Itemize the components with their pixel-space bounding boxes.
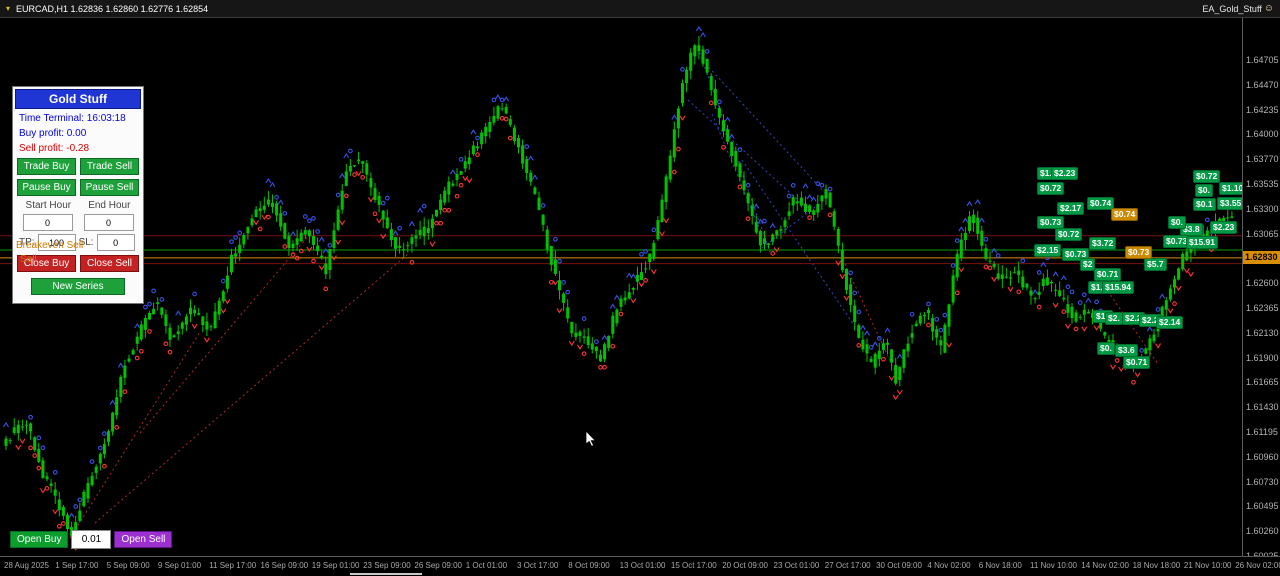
breakeven-sell-label: Breakeven Sell xyxy=(16,240,84,251)
trade-markers xyxy=(3,25,1231,551)
time-axis-label: 21 Nov 10:00 xyxy=(1183,561,1232,570)
current-price-tag: 1.62830 xyxy=(1243,251,1280,265)
time-axis-label: 9 Sep 01:00 xyxy=(157,561,202,570)
end-hour-input[interactable] xyxy=(83,214,134,231)
lot-size-input[interactable] xyxy=(71,530,112,549)
price-axis-label: 1.64470 xyxy=(1246,79,1279,90)
time-axis-label: 23 Sep 09:00 xyxy=(363,561,411,570)
price-axis-label: 1.60730 xyxy=(1246,476,1279,487)
new-series-button[interactable]: New Series xyxy=(31,278,125,295)
time-axis-label: 6 Nov 18:00 xyxy=(978,561,1022,570)
time-axis-label: 18 Nov 18:00 xyxy=(1132,561,1181,570)
time-axis-label: 1 Sep 17:00 xyxy=(55,561,99,570)
ea-active-icon[interactable]: ☺ xyxy=(1264,3,1274,14)
time-axis-label: 4 Nov 02:00 xyxy=(927,561,971,570)
time-axis-label: 3 Oct 17:00 xyxy=(517,561,559,570)
start-hour-label: Start Hour xyxy=(25,200,72,211)
time-axis-label: 27 Oct 17:00 xyxy=(824,561,871,570)
chart-titlebar: ▾ EURCAD,H1 1.62836 1.62860 1.62776 1.62… xyxy=(0,0,1280,18)
sell-profit-label: Sell profit: -0.28 xyxy=(19,143,90,154)
gold-stuff-panel: Gold Stuff Time Terminal: 16:03:18 Buy p… xyxy=(12,86,144,304)
price-axis-label: 1.63065 xyxy=(1246,228,1279,239)
time-axis-label: 26 Nov 02:00 xyxy=(1235,561,1280,570)
order-bar: Open Buy Open Sell xyxy=(10,530,173,549)
time-axis[interactable]: 28 Aug 2025 1 Sep 17:00 5 Sep 09:00 9 Sep 0… xyxy=(0,556,1280,576)
candles xyxy=(4,36,1234,543)
sl-input[interactable] xyxy=(96,234,135,251)
price-axis-label: 1.62600 xyxy=(1246,278,1279,289)
time-axis-label: 20 Oct 09:00 xyxy=(722,561,768,570)
mt4-chart-window: { "titlebar": { "symbol_info": "EURCAD,H… xyxy=(0,0,1280,576)
price-axis-label: 1.60495 xyxy=(1246,501,1279,512)
price-axis-label: 1.62130 xyxy=(1246,327,1279,338)
candlestick-chart xyxy=(0,25,1242,551)
time-axis-label: 14 Nov 02:00 xyxy=(1081,561,1129,570)
open-sell-button[interactable]: Open Sell xyxy=(114,531,173,548)
time-axis-label: 16 Sep 09:00 xyxy=(260,561,309,570)
time-axis-label: 26 Sep 09:00 xyxy=(414,561,462,570)
breakeven-sell-label-2: Sell xyxy=(20,254,37,265)
price-axis-label: 1.63770 xyxy=(1246,154,1279,165)
time-axis-label: 11 Nov 10:00 xyxy=(1030,561,1077,570)
time-axis-label: 8 Oct 09:00 xyxy=(568,561,610,570)
time-axis-label: 23 Oct 01:00 xyxy=(773,561,820,570)
time-axis-label: 13 Oct 01:00 xyxy=(619,561,666,570)
chart-area[interactable]: $1. $2.23 $0.72 $2.17 $0.74 $0.73 $0.72 $3.72 $2… xyxy=(0,18,1242,556)
buy-profit-label: Buy profit: 0.00 xyxy=(19,128,87,139)
panel-title[interactable]: Gold Stuff xyxy=(15,89,141,109)
time-axis-label: 1 Oct 01:00 xyxy=(465,561,508,570)
time-terminal-label: Time Terminal: 16:03:18 xyxy=(19,113,126,124)
trade-buy-button[interactable]: Trade Buy xyxy=(17,158,76,175)
price-axis-label: 1.63535 xyxy=(1246,179,1279,189)
price-axis-label: 1.60960 xyxy=(1246,451,1279,462)
price-axis-label: 1.61195 xyxy=(1246,427,1278,437)
time-axis-label: 30 Oct 09:00 xyxy=(876,561,922,570)
price-axis-label: 1.62365 xyxy=(1246,303,1279,313)
price-axis-label: 1.61900 xyxy=(1246,352,1279,363)
close-sell-button[interactable]: Close Sell xyxy=(80,255,139,272)
end-hour-label: End Hour xyxy=(88,200,131,211)
trade-sell-button[interactable]: Trade Sell xyxy=(80,158,139,175)
time-axis-label: 19 Sep 01:00 xyxy=(311,561,360,570)
ea-name-label: EA_Gold_Stuff ☺ xyxy=(1202,3,1274,14)
open-buy-button[interactable]: Open Buy xyxy=(10,531,69,548)
trade-connection-line xyxy=(701,59,829,197)
pause-sell-button[interactable]: Pause Sell xyxy=(80,179,139,196)
scrollbar-thumb[interactable] xyxy=(350,573,422,575)
price-axis-label: 1.64705 xyxy=(1246,55,1279,65)
price-axis-label: 1.60260 xyxy=(1246,526,1279,537)
price-axis-label: 1.64235 xyxy=(1246,104,1279,115)
price-axis-label: 1.63300 xyxy=(1246,203,1279,214)
time-axis-label: 5 Sep 09:00 xyxy=(106,561,150,570)
ea-name-text: EA_Gold_Stuff xyxy=(1202,3,1262,14)
time-axis-label: 15 Oct 17:00 xyxy=(670,561,717,570)
price-axis-label: 1.64000 xyxy=(1246,129,1279,140)
trade-connection-line xyxy=(69,331,201,539)
trade-connection-line xyxy=(711,113,767,245)
start-hour-input[interactable] xyxy=(22,214,73,231)
time-axis-label: 11 Sep 17:00 xyxy=(209,561,257,570)
price-axis-label: 1.61665 xyxy=(1246,377,1279,388)
dropdown-triangle-icon[interactable]: ▾ xyxy=(6,4,10,13)
price-axis-label: 1.61430 xyxy=(1246,402,1279,413)
time-axis-label: 28 Aug 2025 xyxy=(4,561,49,570)
symbol-ohlc-label: EURCAD,H1 1.62836 1.62860 1.62776 1.6285… xyxy=(16,3,209,14)
price-axis[interactable]: 1.62830 1.64705 1.64470 1.64235 1.64000 1.63… xyxy=(1242,18,1280,561)
mouse-cursor xyxy=(585,430,597,447)
pause-buy-button[interactable]: Pause Buy xyxy=(17,179,76,196)
